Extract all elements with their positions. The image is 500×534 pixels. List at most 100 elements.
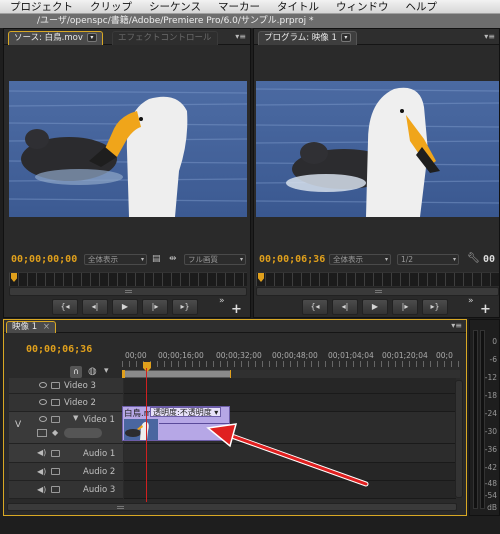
lock-toggle-icon[interactable] <box>51 468 60 475</box>
track-video-2: Video 2 <box>9 394 123 412</box>
tab-sequence[interactable]: 映像 1 × <box>6 321 56 333</box>
step-forward-frame-button[interactable]: |▸ <box>392 299 418 315</box>
snap-icon[interactable]: ∩ <box>70 366 82 378</box>
timeline-horizontal-scrollbar[interactable] <box>7 503 457 511</box>
scrollbar-grip[interactable] <box>374 290 382 293</box>
timeline-panel: 映像 1 × ▾≡ 00;00;06;36 00;00 00;00;16;00 … <box>3 319 467 516</box>
step-back-frame-button[interactable]: ◂| <box>82 299 108 315</box>
clip-thumbnail <box>124 419 158 440</box>
step-back-marker-button[interactable]: {◂ <box>52 299 78 315</box>
program-tab-strip: プログラム: 映像 1 ▾ ▾≡ <box>254 29 499 45</box>
panel-menu-icon[interactable]: ▾≡ <box>451 321 462 330</box>
source-timecode[interactable]: 00;00;00;00 <box>11 254 77 265</box>
wrench-icon[interactable]: 🔧︎ <box>467 253 480 264</box>
scrollbar-grip[interactable] <box>125 290 132 293</box>
program-zoom-scrollbar[interactable] <box>256 287 499 296</box>
marker-add-icon[interactable]: ▾ <box>104 366 109 376</box>
output-icon[interactable]: ▤ <box>152 254 161 264</box>
source-zoom-scrollbar[interactable] <box>9 287 247 296</box>
source-time-ruler[interactable] <box>9 272 247 286</box>
program-resolution-select[interactable]: 1/2 ▾ <box>397 254 459 265</box>
chevron-down-icon: ▾ <box>140 256 144 263</box>
keyframe-icon[interactable]: ◆ <box>52 428 58 437</box>
meter-label: -12 <box>484 373 497 382</box>
program-zoom-select[interactable]: 全体表示 ▾ <box>329 254 391 265</box>
source-zoom-select[interactable]: 全体表示 ▾ <box>84 254 147 265</box>
lane-audio-3[interactable] <box>124 481 456 499</box>
lock-toggle-icon[interactable] <box>51 450 60 457</box>
source-tab-strip: ソース: 白鳥.mov ▾ エフェクトコントロール ▾≡ <box>4 29 250 45</box>
track-name: Audio 1 <box>83 449 116 459</box>
menu-marker[interactable]: マーカー <box>218 0 260 14</box>
tab-dropdown-icon[interactable]: ▾ <box>86 33 97 42</box>
target-track-label[interactable]: V <box>15 420 21 430</box>
menu-window[interactable]: ウィンドウ <box>336 0 389 14</box>
lock-toggle-icon[interactable] <box>51 416 60 423</box>
source-quality-select[interactable]: フル画質 ▾ <box>184 254 246 265</box>
video-clip[interactable]: 白鳥.mov 透明度:不透明度 ▾ <box>122 406 230 441</box>
lane-audio-1[interactable] <box>124 444 456 463</box>
step-forward-marker-button[interactable]: ▸} <box>422 299 448 315</box>
add-button-icon[interactable]: + <box>480 302 491 317</box>
lock-toggle-icon[interactable] <box>51 382 60 389</box>
work-area-rest <box>231 370 460 378</box>
track-name: Video 3 <box>64 381 96 391</box>
play-button[interactable]: ▶ <box>362 299 388 315</box>
extend-controls-icon[interactable]: » <box>468 296 474 306</box>
keyframe-nav-pill[interactable] <box>64 428 102 438</box>
window-title: /ユーザ/openspc/書籍/Adobe/Premiere Pro/6.0/サ… <box>37 16 314 26</box>
timeline-timecode[interactable]: 00;00;06;36 <box>26 344 92 355</box>
work-area-bar[interactable] <box>122 370 233 378</box>
lock-toggle-icon[interactable] <box>51 486 60 493</box>
ruler-ticks <box>9 273 247 286</box>
meter-label: -24 <box>484 409 497 418</box>
step-forward-frame-button[interactable]: |▸ <box>142 299 168 315</box>
track-audio-3: ◀︎) Audio 3 <box>9 481 123 499</box>
expand-track-icon[interactable]: ▼ <box>73 414 78 422</box>
menu-project[interactable]: プロジェクト <box>10 0 73 14</box>
menu-title[interactable]: タイトル <box>277 0 319 14</box>
lane-audio-2[interactable] <box>124 463 456 481</box>
scrollbar-grip[interactable] <box>117 506 124 509</box>
step-forward-marker-button[interactable]: ▸} <box>172 299 198 315</box>
lane-video-3[interactable] <box>124 378 456 394</box>
menu-sequence[interactable]: シーケンス <box>149 0 201 14</box>
speaker-icon[interactable]: ◀︎) <box>37 449 49 457</box>
menu-help[interactable]: ヘルプ <box>405 0 437 14</box>
step-back-frame-button[interactable]: ◂| <box>332 299 358 315</box>
close-icon[interactable]: × <box>43 322 50 332</box>
timeline-playhead-line[interactable] <box>146 368 147 502</box>
tab-source[interactable]: ソース: 白鳥.mov ▾ <box>8 31 103 45</box>
eye-icon[interactable] <box>39 416 47 422</box>
effect-controls-tab-label: エフェクトコントロール <box>118 33 212 43</box>
panel-menu-icon[interactable]: ▾≡ <box>484 32 495 41</box>
add-button-icon[interactable]: + <box>231 302 242 317</box>
panel-menu-icon[interactable]: ▾≡ <box>235 32 246 41</box>
timeline-vertical-scrollbar[interactable] <box>455 380 463 498</box>
work-area-start-handle[interactable] <box>122 370 125 378</box>
opacity-property-select[interactable]: 透明度:不透明度 ▾ <box>150 407 222 417</box>
program-timecode[interactable]: 00;00;06;36 <box>259 254 325 265</box>
menu-clip[interactable]: クリップ <box>90 0 132 14</box>
eye-icon[interactable] <box>39 399 47 405</box>
display-style-icon[interactable] <box>37 429 47 437</box>
tab-effect-controls[interactable]: エフェクトコントロール <box>112 31 218 45</box>
opacity-rubber-band[interactable] <box>159 423 229 424</box>
speaker-icon[interactable]: ◀︎) <box>37 486 49 494</box>
program-tab-label: プログラム: 映像 1 <box>264 33 337 43</box>
track-audio-1: ◀︎) Audio 1 <box>9 444 123 463</box>
lock-toggle-icon[interactable] <box>51 399 60 406</box>
source-tab-label: ソース: 白鳥.mov <box>14 33 83 43</box>
step-back-marker-button[interactable]: {◂ <box>302 299 328 315</box>
play-button[interactable]: ▶ <box>112 299 138 315</box>
extend-controls-icon[interactable]: » <box>219 296 225 306</box>
tab-program[interactable]: プログラム: 映像 1 ▾ <box>258 31 357 45</box>
marker-icon[interactable]: ⇹ <box>169 254 177 264</box>
program-resolution-value: 1/2 <box>401 255 414 264</box>
tab-dropdown-icon[interactable]: ▾ <box>340 33 351 42</box>
globe-icon[interactable]: ◍ <box>88 366 97 377</box>
speaker-icon[interactable]: ◀︎) <box>37 468 49 476</box>
eye-icon[interactable] <box>39 382 47 388</box>
source-monitor-panel: ソース: 白鳥.mov ▾ エフェクトコントロール ▾≡ 00;00;00;00… <box>3 28 251 318</box>
program-time-ruler[interactable] <box>256 272 499 286</box>
